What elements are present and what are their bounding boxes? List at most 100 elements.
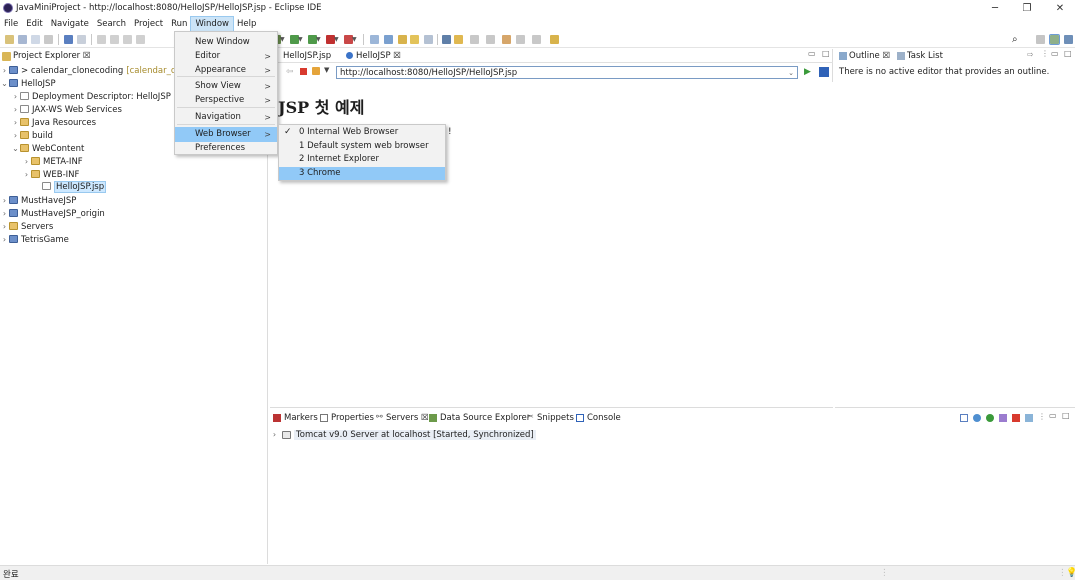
project-explorer-tab[interactable]: Project Explorer ☒ (13, 51, 91, 61)
tree-item[interactable]: › build (11, 129, 53, 142)
tree-item[interactable]: › WEB-INF (22, 168, 79, 181)
pin-icon[interactable] (454, 34, 463, 44)
window-menu-item-perspective[interactable]: Perspective > (175, 93, 277, 108)
open-type-icon[interactable] (384, 34, 393, 44)
open-perspective-icon[interactable] (1036, 34, 1045, 44)
collapse-chevron-icon[interactable]: ⌄ (0, 77, 9, 90)
stop-dropdown-icon[interactable]: ▼ (334, 36, 339, 43)
menu-help[interactable]: Help (233, 17, 260, 31)
browser-option-2[interactable]: 2 Internet Explorer (279, 153, 445, 166)
browser-menu-dropdown-icon[interactable]: ▼ (324, 66, 329, 74)
profile-server-icon[interactable] (999, 414, 1007, 422)
stop-server-tab-icon[interactable] (1012, 414, 1020, 422)
skip-breakpoints-icon[interactable] (77, 34, 86, 44)
menu-navigate[interactable]: Navigate (47, 17, 93, 31)
expand-chevron-icon[interactable]: › (0, 220, 9, 233)
back-icon[interactable]: ⇦ (286, 67, 294, 77)
next-annotation-icon[interactable] (470, 34, 479, 44)
server-row[interactable]: › Tomcat v9.0 Server at localhost [Start… (270, 428, 536, 441)
expand-chevron-icon[interactable]: › (0, 194, 9, 207)
window-menu-item-editor[interactable]: Editor > (175, 49, 277, 64)
search-icon[interactable]: ⌕ (1012, 34, 1018, 45)
menu-file[interactable]: File (0, 17, 22, 31)
editor-tab-browser[interactable]: HelloJSP ☒ (356, 51, 401, 61)
java-perspective-icon[interactable] (1064, 34, 1073, 44)
start-server-icon[interactable] (986, 414, 994, 422)
outline-tab[interactable]: Outline ☒ (849, 51, 890, 61)
close-button[interactable]: ✕ (1045, 1, 1075, 16)
server-expand-icon[interactable]: › (270, 430, 279, 439)
minimize-servers-icon[interactable]: ▭ (1049, 411, 1057, 420)
tree-item[interactable]: HelloJSP.jsp (33, 181, 107, 194)
pin-editor-icon[interactable] (550, 34, 559, 44)
menu-run[interactable]: Run (167, 17, 191, 31)
expand-chevron-icon[interactable]: › (22, 155, 31, 168)
url-field[interactable]: http://localhost:8080/HelloJSP/HelloJSP.… (336, 66, 798, 79)
step-icon[interactable] (136, 34, 145, 44)
window-menu-item-new-window[interactable]: New Window (175, 35, 277, 50)
window-menu-item-navigation[interactable]: Navigation > (175, 110, 277, 125)
tab-markers[interactable]: Markers (284, 413, 318, 423)
prev-annotation-icon[interactable] (486, 34, 495, 44)
expand-chevron-icon[interactable]: › (22, 168, 31, 181)
maximize-outline-icon[interactable]: □ (1064, 49, 1072, 58)
task-list-tab[interactable]: Task List (907, 51, 943, 61)
back-icon[interactable] (516, 34, 525, 44)
minimize-button[interactable]: ─ (980, 1, 1010, 16)
refresh-icon[interactable] (312, 67, 320, 75)
suspend-icon[interactable] (110, 34, 119, 44)
browser-option-3[interactable]: 3 Chrome (279, 166, 445, 180)
terminate-icon[interactable] (123, 34, 132, 44)
open-external-icon[interactable] (819, 67, 829, 77)
window-menu-item-preferences[interactable]: Preferences (175, 141, 277, 156)
maximize-view-icon[interactable]: □ (822, 49, 830, 58)
tab-servers[interactable]: Servers ☒ (386, 413, 429, 423)
collapse-all-icon[interactable] (960, 414, 968, 422)
tree-item[interactable]: › Deployment Descriptor: HelloJSP (11, 90, 171, 103)
menu-search[interactable]: Search (93, 17, 130, 31)
debug-dropdown-icon[interactable]: ▼ (280, 36, 285, 43)
editor-tab-jsp[interactable]: HelloJSP.jsp (283, 51, 331, 61)
coverage-dropdown-icon[interactable]: ▼ (316, 36, 321, 43)
expand-chevron-icon[interactable]: › (0, 64, 9, 77)
minimize-outline-icon[interactable]: ▭ (1051, 49, 1059, 58)
new-server-icon[interactable] (370, 34, 379, 44)
publish-icon[interactable] (1025, 414, 1033, 422)
tab-console[interactable]: Console (587, 413, 621, 423)
tree-item[interactable]: › > calendar_clonecoding [calendar_clon (0, 64, 188, 77)
collapse-chevron-icon[interactable]: ⌄ (11, 142, 20, 155)
tab-properties[interactable]: Properties (331, 413, 374, 423)
servers-view-menu-icon[interactable]: ⋮ (1038, 412, 1046, 421)
stop-icon[interactable] (300, 68, 307, 75)
save-icon[interactable] (31, 34, 40, 44)
tab-data-source-explorer[interactable]: Data Source Explorer (440, 413, 530, 423)
tree-item[interactable]: › JAX-WS Web Services (11, 103, 122, 116)
focus-icon[interactable]: ⇨ (1027, 50, 1034, 59)
expand-chevron-icon[interactable]: › (0, 233, 9, 246)
menu-edit[interactable]: Edit (22, 17, 46, 31)
tree-item[interactable]: › Java Resources (11, 116, 96, 129)
tab-snippets[interactable]: Snippets (537, 413, 574, 423)
java-ee-perspective-icon[interactable] (1049, 33, 1060, 45)
tree-item[interactable]: › TetrisGame (0, 233, 69, 246)
expand-chevron-icon[interactable]: › (11, 129, 20, 142)
tree-item[interactable]: › MustHaveJSP_origin (0, 207, 105, 220)
tree-item[interactable]: › META-INF (22, 155, 83, 168)
tree-item[interactable]: ⌄ WebContent (11, 142, 84, 155)
window-menu-item-web-browser[interactable]: Web Browser > (175, 127, 277, 142)
last-edit-icon[interactable] (502, 34, 511, 44)
annotation-icon[interactable] (424, 34, 433, 44)
search-toolbar-icon[interactable] (410, 34, 419, 44)
menu-window[interactable]: Window (190, 16, 234, 32)
window-menu-item-show-view[interactable]: Show View > (175, 79, 277, 94)
open-task-icon[interactable] (398, 34, 407, 44)
new-wizard-icon[interactable] (18, 34, 27, 44)
globe-icon[interactable] (442, 34, 451, 44)
menu-project[interactable]: Project (130, 17, 167, 31)
save-all-icon[interactable] (44, 34, 53, 44)
browser-option-0[interactable]: ✓ 0 Internal Web Browser (279, 126, 445, 139)
tree-item[interactable]: › MustHaveJSP (0, 194, 76, 207)
browser-option-1[interactable]: 1 Default system web browser (279, 140, 445, 153)
forward-icon[interactable] (532, 34, 541, 44)
maximize-button[interactable]: ❐ (1012, 1, 1042, 16)
